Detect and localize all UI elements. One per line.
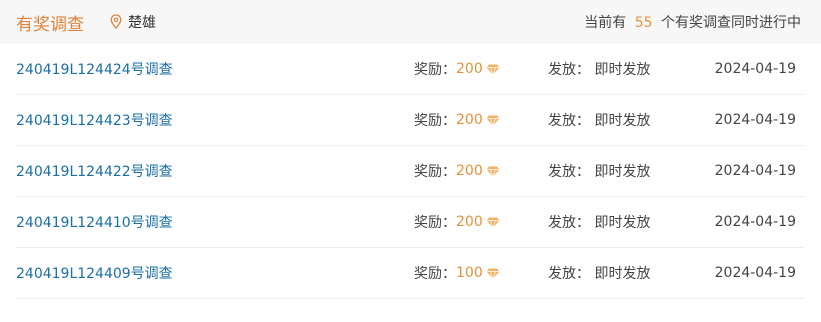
survey-date: 2024-04-19 bbox=[714, 265, 796, 281]
diamond-icon bbox=[486, 64, 500, 75]
survey-row: 240419L124424号调查 奖励： 200 发放： 即时发放 2024-0… bbox=[16, 44, 805, 95]
location-pin-icon bbox=[110, 14, 124, 30]
reward-info: 奖励： 200 bbox=[414, 212, 548, 232]
survey-count: 55 bbox=[634, 15, 653, 31]
release-label: 发放： bbox=[548, 164, 590, 180]
reward-label: 奖励： bbox=[414, 164, 456, 180]
summary-prefix: 当前有 bbox=[584, 15, 627, 31]
reward-label: 奖励： bbox=[414, 113, 456, 129]
survey-row: 240419L124423号调查 奖励： 200 发放： 即时发放 2024-0… bbox=[16, 95, 805, 146]
release-info: 发放： 即时发放 bbox=[548, 263, 691, 283]
release-info: 发放： 即时发放 bbox=[548, 212, 691, 232]
survey-link[interactable]: 240419L124423号调查 bbox=[16, 110, 414, 130]
summary-suffix: 个有奖调查同时进行中 bbox=[661, 15, 801, 31]
release-value: 即时发放 bbox=[594, 62, 651, 78]
page-title: 有奖调查 bbox=[16, 14, 84, 35]
survey-list: 240419L124424号调查 奖励： 200 发放： 即时发放 2024-0… bbox=[0, 44, 821, 299]
survey-summary: 当前有 55 个有奖调查同时进行中 bbox=[584, 12, 801, 32]
survey-date: 2024-04-19 bbox=[714, 112, 796, 128]
survey-link[interactable]: 240419L124424号调查 bbox=[16, 59, 414, 79]
release-value: 即时发放 bbox=[594, 164, 651, 180]
release-info: 发放： 即时发放 bbox=[548, 110, 691, 130]
release-value: 即时发放 bbox=[594, 266, 651, 282]
survey-row: 240419L124409号调查 奖励： 100 发放： 即时发放 2024-0… bbox=[16, 248, 805, 299]
release-label: 发放： bbox=[548, 62, 590, 78]
reward-info: 奖励： 200 bbox=[414, 110, 548, 130]
diamond-icon bbox=[486, 166, 500, 177]
reward-label: 奖励： bbox=[414, 62, 456, 78]
diamond-icon bbox=[486, 115, 500, 126]
release-value: 即时发放 bbox=[594, 215, 651, 231]
reward-label: 奖励： bbox=[414, 215, 456, 231]
release-label: 发放： bbox=[548, 113, 590, 129]
reward-amount: 100 bbox=[456, 265, 483, 281]
survey-date: 2024-04-19 bbox=[714, 163, 796, 179]
reward-info: 奖励： 200 bbox=[414, 161, 548, 181]
header-bar: 有奖调查 楚雄 当前有 55 个有奖调查同时进行中 bbox=[0, 0, 821, 44]
survey-link[interactable]: 240419L124422号调查 bbox=[16, 161, 414, 181]
reward-info: 奖励： 200 bbox=[414, 59, 548, 79]
survey-link[interactable]: 240419L124409号调查 bbox=[16, 263, 414, 283]
survey-date: 2024-04-19 bbox=[714, 61, 796, 77]
release-info: 发放： 即时发放 bbox=[548, 161, 691, 181]
reward-amount: 200 bbox=[456, 163, 483, 179]
survey-date: 2024-04-19 bbox=[714, 214, 796, 230]
release-label: 发放： bbox=[548, 266, 590, 282]
reward-amount: 200 bbox=[456, 112, 483, 128]
diamond-icon bbox=[486, 217, 500, 228]
reward-amount: 200 bbox=[456, 61, 483, 77]
release-value: 即时发放 bbox=[594, 113, 651, 129]
survey-row: 240419L124422号调查 奖励： 200 发放： 即时发放 2024-0… bbox=[16, 146, 805, 197]
diamond-icon bbox=[486, 268, 500, 279]
location-label: 楚雄 bbox=[128, 15, 156, 31]
reward-amount: 200 bbox=[456, 214, 483, 230]
survey-link[interactable]: 240419L124410号调查 bbox=[16, 212, 414, 232]
reward-info: 奖励： 100 bbox=[414, 263, 548, 283]
survey-row: 240419L124410号调查 奖励： 200 发放： 即时发放 2024-0… bbox=[16, 197, 805, 248]
reward-label: 奖励： bbox=[414, 266, 456, 282]
location-selector[interactable]: 楚雄 bbox=[110, 12, 156, 32]
release-label: 发放： bbox=[548, 215, 590, 231]
release-info: 发放： 即时发放 bbox=[548, 59, 691, 79]
